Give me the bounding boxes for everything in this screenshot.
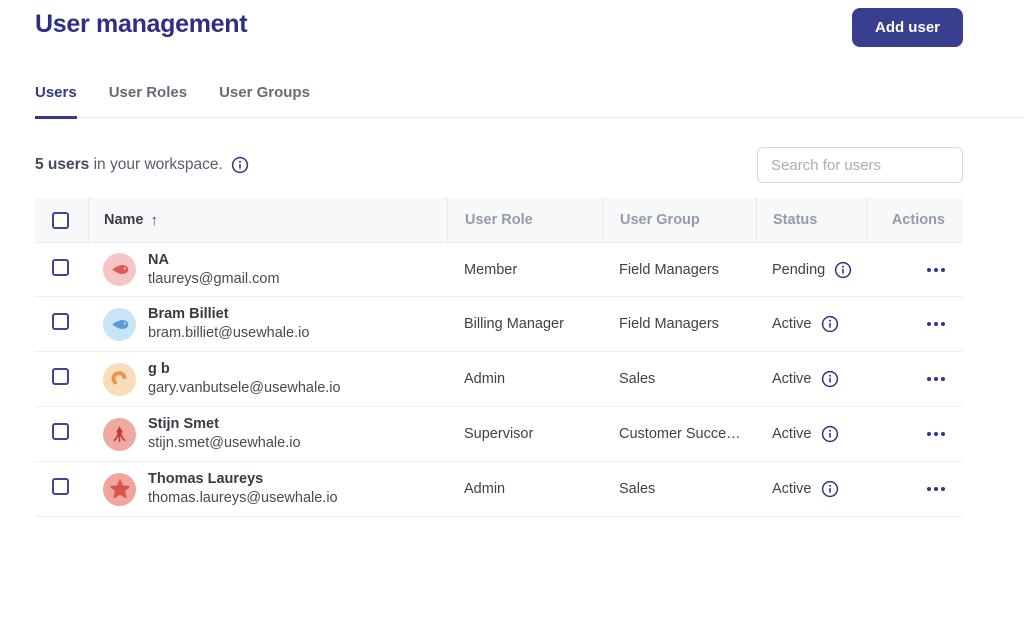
status-label: Pending xyxy=(772,262,825,278)
column-header-status[interactable]: Status xyxy=(773,212,817,228)
table-row: Thomas Laureys thomas.laureys@usewhale.i… xyxy=(35,462,963,517)
status-label: Active xyxy=(772,371,812,387)
column-header-actions: Actions xyxy=(892,212,945,228)
status-info-icon[interactable] xyxy=(821,425,839,443)
user-role: Admin xyxy=(464,481,505,497)
user-email: gary.vanbutsele@usewhale.io xyxy=(148,379,341,398)
info-icon[interactable] xyxy=(231,156,249,174)
users-table: Name ↑ User Role User Group Status Actio… xyxy=(35,198,963,517)
tab-user-roles[interactable]: User Roles xyxy=(109,84,187,117)
table-body: NA tlaureys@gmail.com Member Field Manag… xyxy=(35,242,963,517)
user-name: Thomas Laureys xyxy=(148,470,338,489)
user-count: 5 users xyxy=(35,156,89,173)
page-header: User management Add user xyxy=(35,8,963,47)
user-name: g b xyxy=(148,360,341,379)
select-all-checkbox[interactable] xyxy=(52,212,69,229)
user-email: tlaureys@gmail.com xyxy=(148,270,280,289)
row-actions-ellipsis-icon[interactable] xyxy=(927,322,945,326)
search-input[interactable] xyxy=(757,147,963,183)
starfish-avatar-icon xyxy=(103,473,136,506)
status-info-icon[interactable] xyxy=(834,261,852,279)
workspace-summary: 5 users in your workspace. xyxy=(35,156,249,174)
status-info-icon[interactable] xyxy=(821,370,839,388)
user-name: Stijn Smet xyxy=(148,415,301,434)
user-email: stijn.smet@usewhale.io xyxy=(148,434,301,453)
page-title: User management xyxy=(35,8,247,39)
status-label: Active xyxy=(772,316,812,332)
sort-asc-icon[interactable]: ↑ xyxy=(151,212,159,229)
user-role: Supervisor xyxy=(464,426,533,442)
tab-users[interactable]: Users xyxy=(35,84,77,119)
column-header-user-group[interactable]: User Group xyxy=(620,212,700,228)
column-header-user-role[interactable]: User Role xyxy=(465,212,533,228)
table-row: Bram Billiet bram.billiet@usewhale.io Bi… xyxy=(35,297,963,352)
table-row: NA tlaureys@gmail.com Member Field Manag… xyxy=(35,242,963,297)
tab-user-groups[interactable]: User Groups xyxy=(219,84,310,117)
row-actions-ellipsis-icon[interactable] xyxy=(927,487,945,491)
shrimp-avatar-icon xyxy=(103,363,136,396)
summary-row: 5 users in your workspace. xyxy=(35,147,963,183)
table-header: Name ↑ User Role User Group Status Actio… xyxy=(35,198,963,242)
user-group: Field Managers xyxy=(619,262,719,278)
row-checkbox[interactable] xyxy=(52,478,69,495)
fish-avatar-icon xyxy=(103,253,136,286)
user-role: Admin xyxy=(464,371,505,387)
user-name: Bram Billiet xyxy=(148,305,309,324)
user-group: Customer Succe… xyxy=(619,426,741,442)
row-checkbox[interactable] xyxy=(52,259,69,276)
user-group: Sales xyxy=(619,371,655,387)
user-role: Member xyxy=(464,262,517,278)
user-email: thomas.laureys@usewhale.io xyxy=(148,489,338,508)
user-email: bram.billiet@usewhale.io xyxy=(148,324,309,343)
row-actions-ellipsis-icon[interactable] xyxy=(927,377,945,381)
status-label: Active xyxy=(772,426,812,442)
table-row: g b gary.vanbutsele@usewhale.io Admin Sa… xyxy=(35,352,963,407)
tab-bar: Users User Roles User Groups xyxy=(35,84,1024,118)
row-actions-ellipsis-icon[interactable] xyxy=(927,432,945,436)
summary-text: in your workspace. xyxy=(94,156,223,173)
row-checkbox[interactable] xyxy=(52,313,69,330)
user-group: Field Managers xyxy=(619,316,719,332)
status-info-icon[interactable] xyxy=(821,480,839,498)
status-info-icon[interactable] xyxy=(821,315,839,333)
column-header-name[interactable]: Name xyxy=(104,212,144,228)
status-label: Active xyxy=(772,481,812,497)
user-name: NA xyxy=(148,251,280,270)
user-role: Billing Manager xyxy=(464,316,564,332)
table-row: Stijn Smet stijn.smet@usewhale.io Superv… xyxy=(35,407,963,462)
user-group: Sales xyxy=(619,481,655,497)
add-user-button[interactable]: Add user xyxy=(852,8,963,47)
squid-avatar-icon xyxy=(103,418,136,451)
row-actions-ellipsis-icon[interactable] xyxy=(927,268,945,272)
fish-avatar-icon xyxy=(103,308,136,341)
row-checkbox[interactable] xyxy=(52,368,69,385)
row-checkbox[interactable] xyxy=(52,423,69,440)
